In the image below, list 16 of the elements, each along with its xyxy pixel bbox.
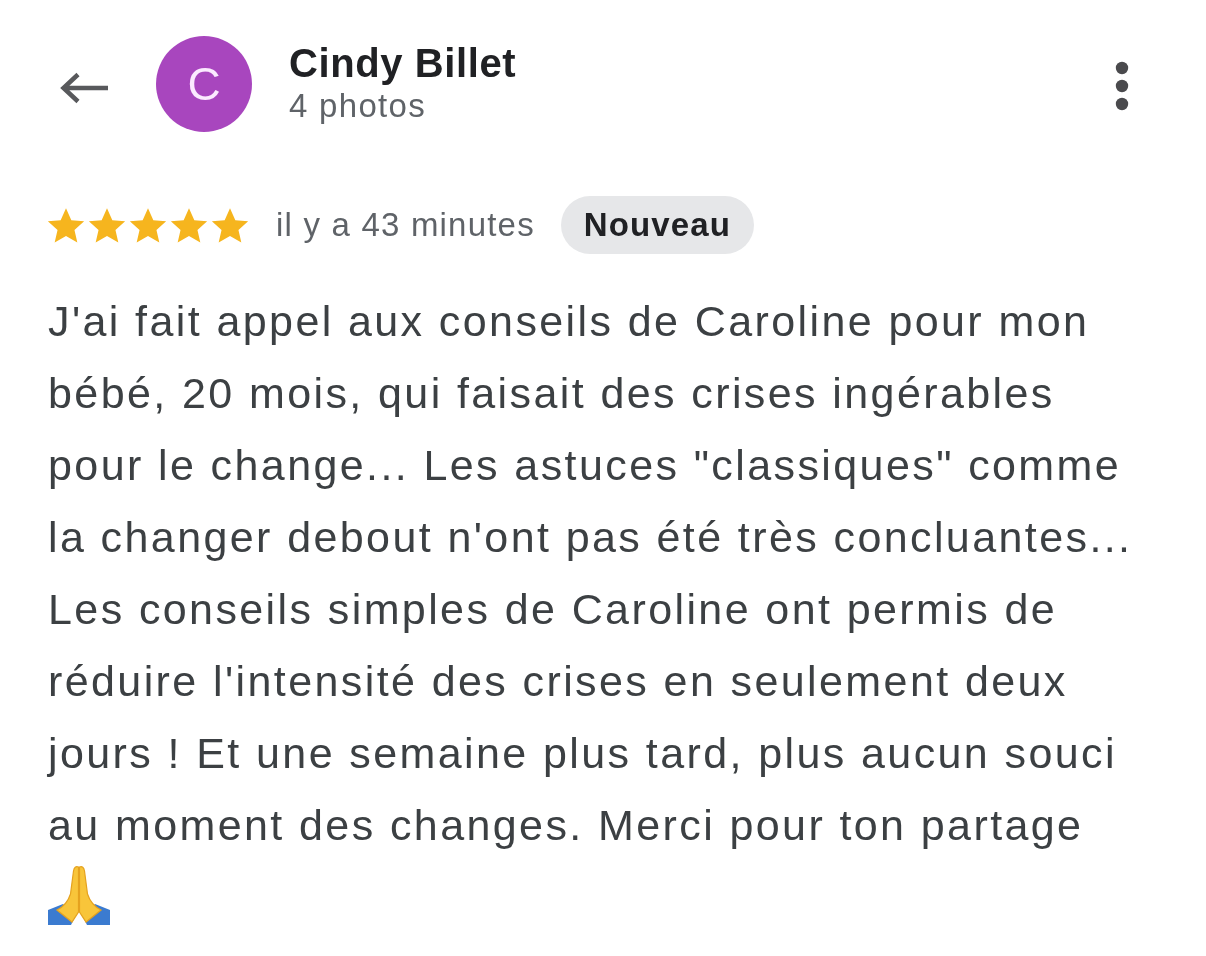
review-text: J'ai fait appel aux conseils de Caroline pour mon bébé, 20 mois, qui faisait des crises ingérables pour le change... Les astuces "classiques" comme la changer debout n'ont pas été très concluantes... Les conseils simples de Caroline ont permis de réduire l'intensité des crises en seulement deux jours ! Et une semaine plus tard, plus aucun souci au moment des changes. Merci pour ton partage <box>48 296 1134 851</box>
photo-count: 4 photos <box>289 86 426 126</box>
back-arrow-icon <box>59 72 109 104</box>
review-time: il y a 43 minutes <box>276 206 535 244</box>
star-icon <box>170 206 208 244</box>
reviewer-name: Cindy Billet <box>289 40 517 86</box>
more-options-button[interactable] <box>1115 61 1129 111</box>
new-badge: Nouveau <box>560 196 754 254</box>
star-icon <box>129 206 167 244</box>
star-icon <box>88 206 126 244</box>
more-options-icon <box>1115 61 1129 111</box>
star-icon <box>211 206 249 244</box>
praying-hands-icon <box>48 865 110 925</box>
back-button[interactable] <box>59 72 109 104</box>
star-icon <box>47 206 85 244</box>
avatar: C <box>156 36 252 132</box>
